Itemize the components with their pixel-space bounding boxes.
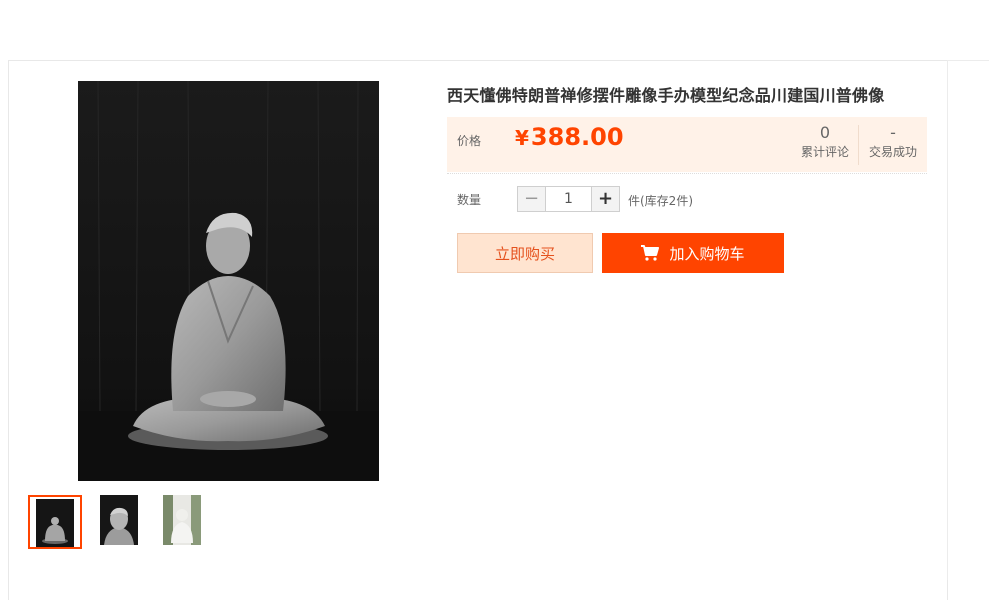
price-box: 价格 ¥388.00 0 累计评论 - 交易成功	[447, 117, 927, 172]
currency-symbol: ¥	[515, 126, 529, 150]
thumbnail-statue-dark[interactable]	[28, 495, 82, 549]
sales-stat: - 交易成功	[865, 123, 921, 160]
stock-info: 件(库存2件)	[628, 194, 693, 208]
price-value: ¥388.00	[515, 123, 624, 151]
panel-border	[947, 60, 948, 580]
price-divider	[447, 173, 927, 174]
shopping-cart-icon	[641, 245, 660, 261]
quantity-label: 数量	[457, 193, 482, 207]
product-title: 西天懂佛特朗普禅修摆件雕像手办模型纪念品川建国川普佛像	[447, 86, 885, 105]
reviews-stat[interactable]: 0 累计评论	[799, 123, 851, 160]
main-product-image[interactable]	[78, 81, 379, 481]
price-amount: 388.00	[530, 123, 624, 151]
thumbnail-statue-closeup[interactable]	[100, 495, 138, 545]
quantity-stepper: − +	[517, 186, 620, 212]
stat-divider	[858, 125, 859, 165]
price-label: 价格	[457, 134, 482, 148]
sales-count: -	[890, 123, 896, 142]
add-to-cart-button[interactable]: 加入购物车	[602, 233, 784, 273]
quantity-decrease-button[interactable]: −	[518, 187, 545, 211]
buy-now-button[interactable]: 立即购买	[457, 233, 593, 273]
reviews-label: 累计评论	[800, 145, 849, 159]
quantity-input[interactable]	[545, 187, 592, 211]
reviews-count: 0	[819, 123, 831, 142]
add-to-cart-label: 加入购物车	[669, 244, 745, 263]
quantity-increase-button[interactable]: +	[592, 187, 619, 211]
thumbnail-statue-light[interactable]	[163, 495, 201, 545]
sales-label: 交易成功	[868, 145, 917, 159]
